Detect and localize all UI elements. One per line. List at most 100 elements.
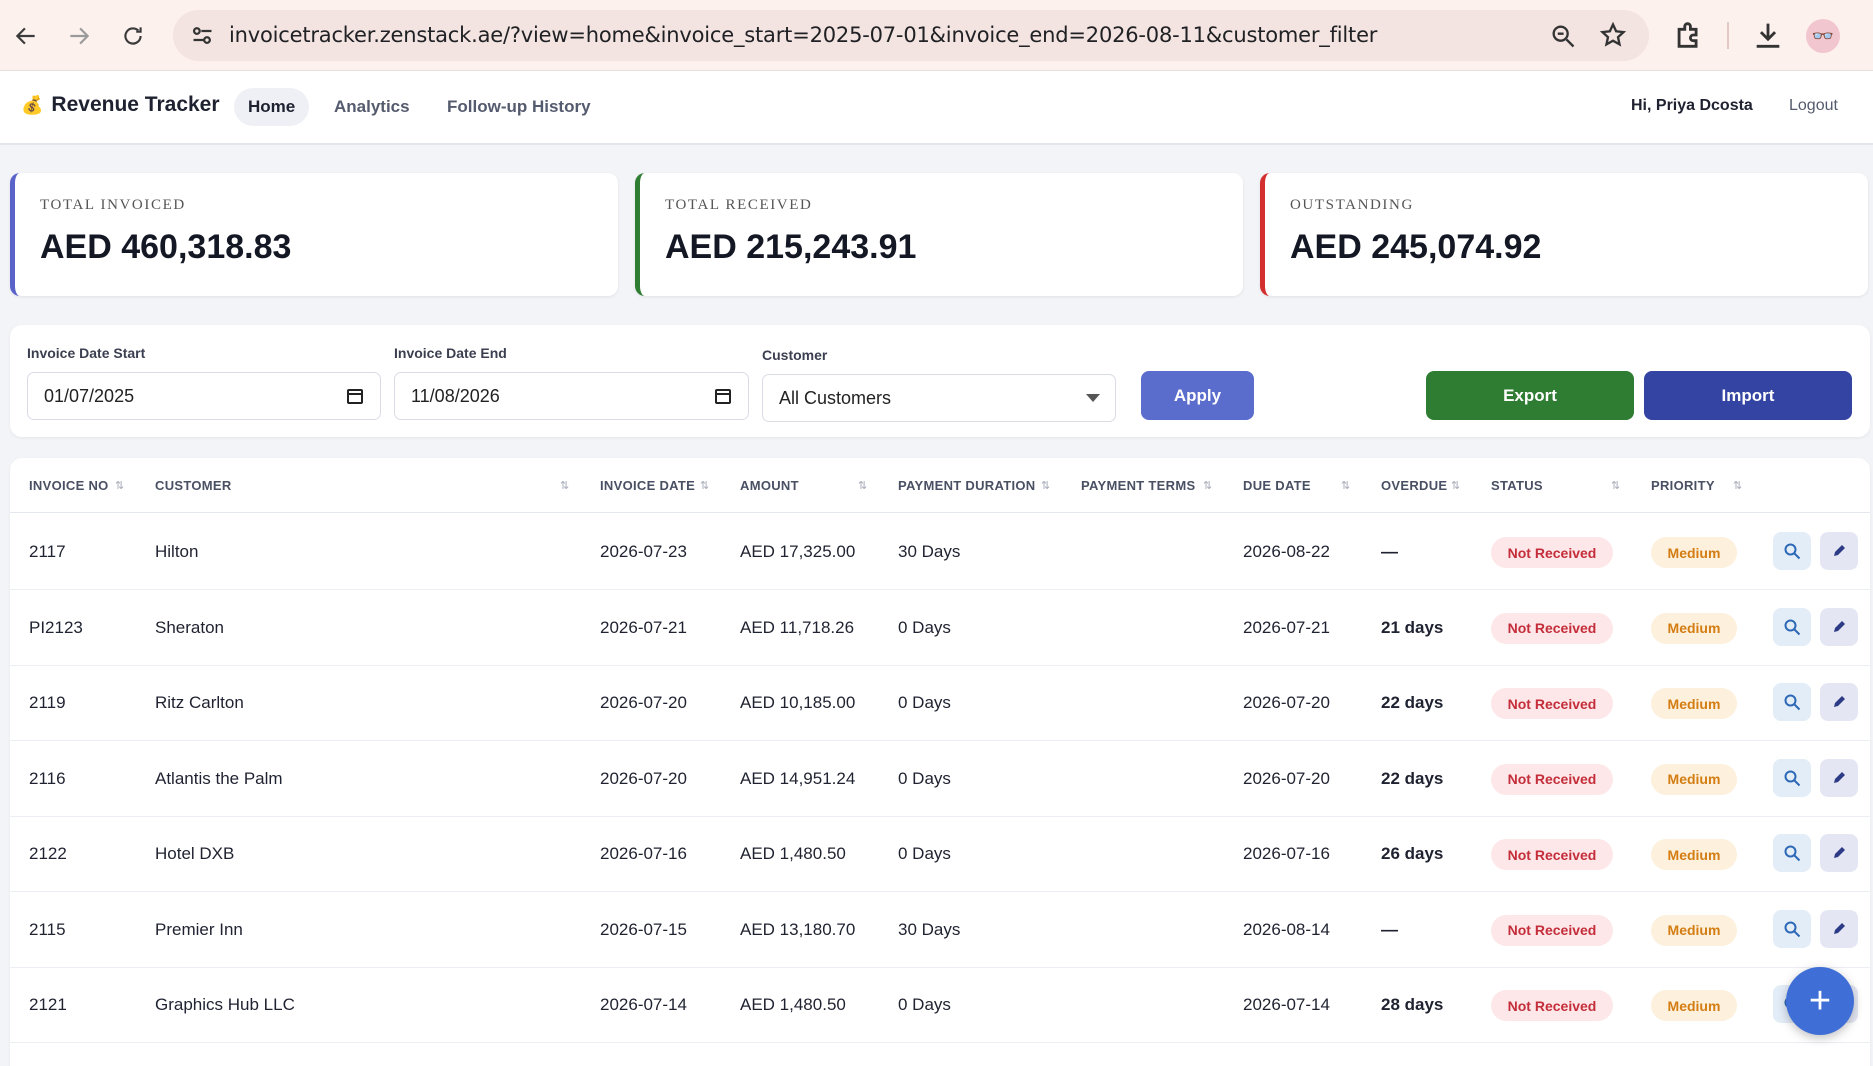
chevron-down-icon (1086, 394, 1100, 402)
priority-badge: Medium (1651, 688, 1737, 719)
nav-tab-follow-up-history[interactable]: Follow-up History (433, 88, 605, 126)
cell-amount: AED 17,325.00 (740, 542, 856, 561)
status-badge: Not Received (1491, 537, 1613, 568)
edit-pencil-icon[interactable] (1820, 607, 1858, 646)
col-priority[interactable]: PRIORITY (1651, 478, 1715, 493)
download-icon[interactable] (1751, 18, 1785, 52)
table-row[interactable]: PI2123 Sheraton 2026-07-21 AED 11,718.26 0 D… (10, 590, 1870, 666)
priority-badge: Medium (1651, 914, 1737, 946)
sort-icon[interactable]: ⇅ (1451, 479, 1460, 492)
cell-overdue: 26 days (1381, 844, 1444, 863)
col-invoice-date[interactable]: INVOICE DATE (600, 478, 695, 493)
col-due-date[interactable]: DUE DATE (1243, 478, 1311, 493)
calendar-icon[interactable] (714, 387, 732, 405)
col-payment-duration[interactable]: PAYMENT DURATION (898, 478, 1035, 493)
card-label: OUTSTANDING (1290, 197, 1414, 213)
priority-badge: Medium (1651, 763, 1737, 795)
table-row[interactable]: 2122 Hotel DXB 2026-07-16 AED 1,480.50 0 Day… (10, 816, 1870, 892)
forward-arrow-icon[interactable] (60, 17, 98, 55)
reload-icon[interactable] (114, 17, 152, 55)
sort-icon[interactable]: ⇅ (1733, 479, 1742, 492)
cell-payment-duration: 0 Days (898, 693, 951, 712)
cell-overdue: — (1381, 919, 1398, 939)
table-row[interactable]: 2115 Premier Inn 2026-07-15 AED 13,180.70 30… (10, 892, 1870, 968)
moneybag-icon: 💰 (21, 94, 44, 115)
cell-invoice-date: 2026-07-16 (600, 844, 687, 863)
col-overdue[interactable]: OVERDUE (1381, 478, 1447, 493)
url-text[interactable]: invoicetracker.zenstack.ae/?view=home&in… (229, 23, 1377, 47)
sort-icon[interactable]: ⇅ (700, 479, 709, 492)
cell-due-date: 2026-07-20 (1243, 693, 1330, 712)
cell-amount: AED 1,480.50 (740, 995, 846, 1014)
table-row[interactable]: 2119 Ritz Carlton 2026-07-20 AED 10,185.00 0… (10, 665, 1870, 741)
cell-invoice-no: PI2123 (29, 617, 83, 637)
col-amount[interactable]: AMOUNT (740, 478, 799, 493)
import-button[interactable]: Import (1644, 371, 1852, 420)
nav-tab-home[interactable]: Home (234, 88, 310, 126)
cell-customer: Atlantis the Palm (155, 768, 283, 788)
brand[interactable]: 💰 Revenue Tracker (21, 93, 220, 117)
site-settings-icon[interactable] (189, 22, 216, 49)
cell-customer: Graphics Hub LLC (155, 995, 295, 1014)
cell-customer: Premier Inn (155, 919, 243, 939)
edit-pencil-icon[interactable] (1820, 834, 1858, 872)
customer-select[interactable]: All Customers (762, 374, 1116, 422)
col-customer[interactable]: CUSTOMER (155, 478, 232, 493)
sort-icon[interactable]: ⇅ (1203, 479, 1212, 492)
sort-icon[interactable]: ⇅ (1341, 479, 1350, 492)
cell-invoice-no: 2115 (29, 919, 66, 939)
export-button[interactable]: Export (1426, 371, 1634, 420)
logout-link[interactable]: Logout (1789, 97, 1838, 115)
cell-invoice-date: 2026-07-15 (600, 919, 687, 939)
view-search-icon[interactable] (1773, 607, 1811, 646)
view-search-icon[interactable] (1773, 834, 1811, 872)
zoom-icon[interactable] (1549, 22, 1577, 50)
nav-tab-analytics[interactable]: Analytics (320, 88, 424, 126)
table-row[interactable]: 2116 Atlantis the Palm 2026-07-20 AED 14,95… (10, 741, 1870, 817)
cell-payment-duration: 0 Days (898, 768, 951, 788)
cell-invoice-no: 2119 (29, 693, 66, 712)
extensions-puzzle-icon[interactable] (1672, 18, 1706, 52)
sort-icon[interactable]: ⇅ (115, 479, 124, 492)
bookmark-star-icon[interactable] (1599, 21, 1627, 49)
cell-amount: AED 13,180.70 (740, 919, 856, 939)
view-search-icon[interactable] (1773, 532, 1811, 570)
sort-icon[interactable]: ⇅ (858, 479, 867, 492)
col-status[interactable]: STATUS (1491, 478, 1543, 493)
edit-pencil-icon[interactable] (1820, 909, 1858, 948)
cell-payment-duration: 0 Days (898, 995, 951, 1014)
edit-pencil-icon[interactable] (1820, 532, 1858, 570)
brand-title: Revenue Tracker (51, 93, 220, 116)
back-arrow-icon[interactable] (7, 17, 45, 55)
view-search-icon[interactable] (1773, 909, 1811, 948)
sort-icon[interactable]: ⇅ (1041, 479, 1050, 492)
apply-button[interactable]: Apply (1141, 371, 1254, 420)
cell-customer: Ritz Carlton (155, 693, 244, 712)
customer-select-value: All Customers (779, 387, 892, 408)
address-bar[interactable]: invoicetracker.zenstack.ae/?view=home&in… (173, 10, 1649, 61)
total-invoiced-card: TOTAL INVOICED AED 460,318.83 (10, 173, 618, 296)
invoice-table: INVOICE NO ⇅ CUSTOMER ⇅ INVOICE DATE ⇅ A… (10, 458, 1870, 1066)
col-payment-terms[interactable]: PAYMENT TERMS (1081, 478, 1195, 493)
status-badge: Not Received (1491, 612, 1613, 644)
edit-pencil-icon[interactable] (1820, 758, 1858, 797)
status-badge: Not Received (1491, 990, 1613, 1021)
profile-avatar[interactable]: 👓 (1806, 19, 1840, 53)
view-search-icon[interactable] (1773, 758, 1811, 797)
table-row[interactable]: 2121 Graphics Hub LLC 2026-07-14 AED 1,480.… (10, 967, 1870, 1043)
add-invoice-button[interactable]: + (1786, 967, 1854, 1035)
table-row[interactable]: 2117 Hilton 2026-07-23 AED 17,325.00 30 Days… (10, 514, 1870, 590)
col-invoice-no[interactable]: INVOICE NO (29, 478, 109, 493)
calendar-icon[interactable] (346, 387, 364, 405)
sort-icon[interactable]: ⇅ (1611, 479, 1620, 492)
browser-toolbar: invoicetracker.zenstack.ae/?view=home&in… (0, 0, 1873, 71)
edit-pencil-icon[interactable] (1820, 683, 1858, 721)
start-date-input[interactable]: 01/07/2025 (27, 372, 381, 420)
priority-badge: Medium (1651, 537, 1737, 568)
end-date-input[interactable]: 11/08/2026 (394, 372, 749, 420)
app-header: 💰 Revenue Tracker Home Analytics Follow-… (0, 71, 1873, 145)
cell-overdue: 22 days (1381, 693, 1444, 712)
cell-invoice-no: 2122 (29, 844, 67, 863)
sort-icon[interactable]: ⇅ (560, 479, 569, 492)
view-search-icon[interactable] (1773, 683, 1811, 721)
